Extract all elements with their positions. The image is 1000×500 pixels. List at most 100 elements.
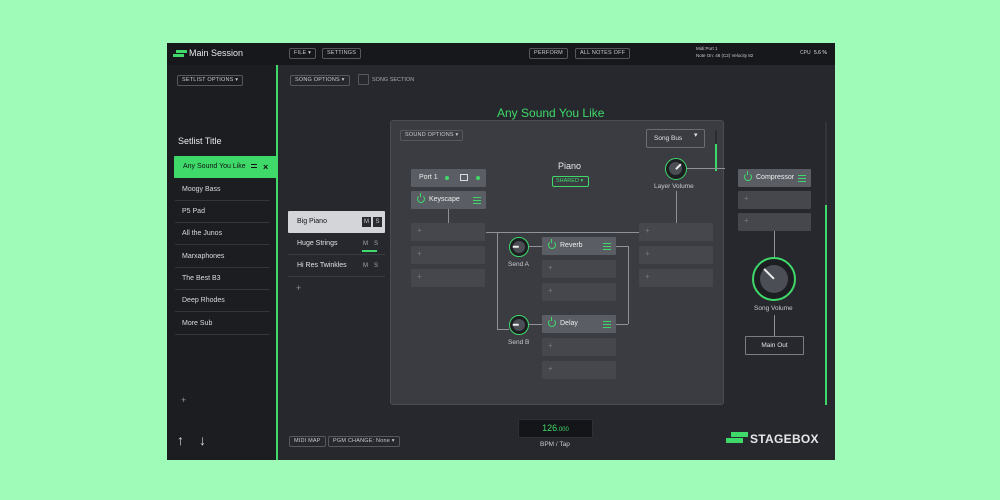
- session-title: Main Session: [189, 48, 244, 58]
- sound-options-button[interactable]: SOUND OPTIONS ▾: [400, 130, 464, 141]
- bpm-tap-label[interactable]: BPM / Tap: [540, 441, 570, 448]
- insert-slot[interactable]: +: [639, 246, 713, 264]
- routing-line: [529, 324, 542, 325]
- main-out-box[interactable]: Main Out: [745, 336, 804, 355]
- chevron-down-icon: ▾: [694, 132, 698, 139]
- perform-button[interactable]: PERFORM: [529, 48, 568, 59]
- setlist-sidebar: SETLIST OPTIONS ▾ Setlist Title Any Soun…: [167, 65, 278, 460]
- song-item[interactable]: P5 Pad: [175, 201, 270, 223]
- routing-line: [774, 231, 775, 259]
- layer-name: Hi Res Twinkles: [297, 262, 347, 269]
- power-icon[interactable]: [548, 239, 556, 249]
- song-item[interactable]: The Best B3: [175, 268, 270, 290]
- insert-slot[interactable]: +: [411, 246, 485, 264]
- send-b-label: Send B: [508, 339, 530, 346]
- sound-name: Piano: [558, 161, 582, 171]
- power-icon[interactable]: [417, 193, 425, 203]
- sliders-icon[interactable]: [603, 242, 611, 250]
- drag-handle-icon[interactable]: [251, 164, 257, 168]
- send-a-knob[interactable]: [509, 237, 529, 257]
- layer-volume-knob[interactable]: [665, 158, 687, 180]
- song-bus-select[interactable]: Song Bus ▾: [646, 129, 705, 148]
- move-up-arrow-icon[interactable]: ↑: [177, 432, 184, 448]
- solo-button[interactable]: S: [373, 217, 382, 227]
- routing-line: [676, 191, 677, 223]
- insert-slot[interactable]: +: [542, 361, 616, 379]
- master-insert-slot[interactable]: +: [738, 213, 811, 231]
- song-options-button[interactable]: SONG OPTIONS ▾: [290, 75, 350, 86]
- insert-slot[interactable]: +: [411, 269, 485, 287]
- power-icon[interactable]: [548, 317, 556, 327]
- file-menu-button[interactable]: FILE ▾: [289, 48, 317, 59]
- song-title: Any Sound You Like: [497, 106, 605, 120]
- layer-volume-label: Layer Volume: [654, 183, 694, 190]
- sliders-icon[interactable]: [603, 320, 611, 328]
- top-bar: Main Session FILE ▾ SETTINGS PERFORM ALL…: [167, 43, 835, 65]
- instrument-plugin-slot[interactable]: Keyscape: [411, 191, 486, 209]
- setlist-options-button[interactable]: SETLIST OPTIONS ▾: [177, 75, 244, 86]
- layer-item-selected[interactable]: Big Piano M S: [288, 211, 385, 233]
- send-b-knob[interactable]: [509, 315, 529, 335]
- sliders-icon[interactable]: [473, 196, 481, 204]
- move-down-arrow-icon[interactable]: ↓: [199, 432, 206, 448]
- mute-button[interactable]: M: [362, 217, 371, 227]
- layer-item[interactable]: Hi Res Twinkles M S: [288, 255, 385, 277]
- layer-meter-fill: [715, 144, 717, 171]
- insert-slot[interactable]: +: [542, 260, 616, 278]
- cpu-label: CPU: [800, 50, 811, 56]
- main-area: SONG OPTIONS ▾ SONG SECTION Any Sound Yo…: [280, 65, 835, 460]
- active-song-label: Any Sound You Like: [183, 163, 246, 170]
- delay-plugin-slot[interactable]: Delay: [542, 315, 616, 333]
- send-a-label: Send A: [508, 261, 529, 268]
- master-insert-slot[interactable]: +: [738, 191, 811, 209]
- insert-slot[interactable]: +: [639, 269, 713, 287]
- reverb-plugin-slot[interactable]: Reverb: [542, 237, 616, 255]
- tempo-display[interactable]: 126.000: [518, 419, 593, 438]
- song-item[interactable]: Moogy Bass: [175, 179, 270, 201]
- add-song-button[interactable]: +: [181, 395, 186, 405]
- routing-line: [616, 246, 628, 247]
- settings-button[interactable]: SETTINGS: [322, 48, 362, 59]
- compressor-plugin-slot-main[interactable]: Compressor: [738, 169, 811, 187]
- active-song-item[interactable]: Any Sound You Like ×: [174, 156, 278, 178]
- cpu-value: 5.6 %: [814, 50, 827, 56]
- song-item[interactable]: More Sub: [175, 313, 270, 335]
- midi-port-block[interactable]: Port 1: [411, 169, 486, 187]
- solo-button[interactable]: S: [374, 263, 378, 269]
- midi-note-status: Note On: 48 (C2) Velocity 82: [696, 53, 754, 58]
- routing-line: [448, 209, 449, 223]
- insert-slot[interactable]: +: [542, 283, 616, 301]
- keyboard-activity-led: [476, 176, 480, 180]
- routing-line: [486, 232, 639, 233]
- insert-slot[interactable]: +: [639, 223, 713, 241]
- master-meter-fill: [825, 205, 827, 405]
- song-section-label: SONG SECTION: [372, 77, 415, 83]
- shared-badge[interactable]: SHARED ▾: [552, 176, 589, 187]
- midi-map-button[interactable]: MIDI MAP: [289, 436, 326, 447]
- routing-line: [628, 246, 629, 324]
- close-icon[interactable]: ×: [263, 156, 268, 178]
- routing-line: [687, 168, 725, 169]
- layer-item[interactable]: Huge Strings M S: [288, 233, 385, 255]
- mute-button[interactable]: M: [363, 263, 368, 269]
- all-notes-off-button[interactable]: ALL NOTES OFF: [575, 48, 631, 59]
- solo-button[interactable]: S: [374, 241, 378, 247]
- keyboard-icon[interactable]: [460, 174, 468, 181]
- song-item[interactable]: Marxaphones: [175, 246, 270, 268]
- song-item[interactable]: All the Junos: [175, 223, 270, 245]
- pgm-change-select[interactable]: PGM CHANGE: None ▾: [328, 436, 400, 447]
- song-section-checkbox[interactable]: [358, 74, 369, 85]
- setlist-title: Setlist Title: [178, 136, 222, 146]
- add-layer-button[interactable]: +: [296, 283, 301, 293]
- layer-name: Big Piano: [297, 218, 327, 225]
- routing-line: [497, 232, 498, 329]
- song-item[interactable]: Deep Rhodes: [175, 290, 270, 312]
- stagebox-brand-name: STAGEBOX: [750, 432, 819, 446]
- insert-slot[interactable]: +: [411, 223, 485, 241]
- routing-line: [529, 246, 542, 247]
- sliders-icon[interactable]: [798, 174, 806, 182]
- mute-button[interactable]: M: [363, 241, 368, 247]
- song-volume-knob[interactable]: [752, 257, 796, 301]
- insert-slot[interactable]: +: [542, 338, 616, 356]
- power-icon[interactable]: [744, 171, 752, 181]
